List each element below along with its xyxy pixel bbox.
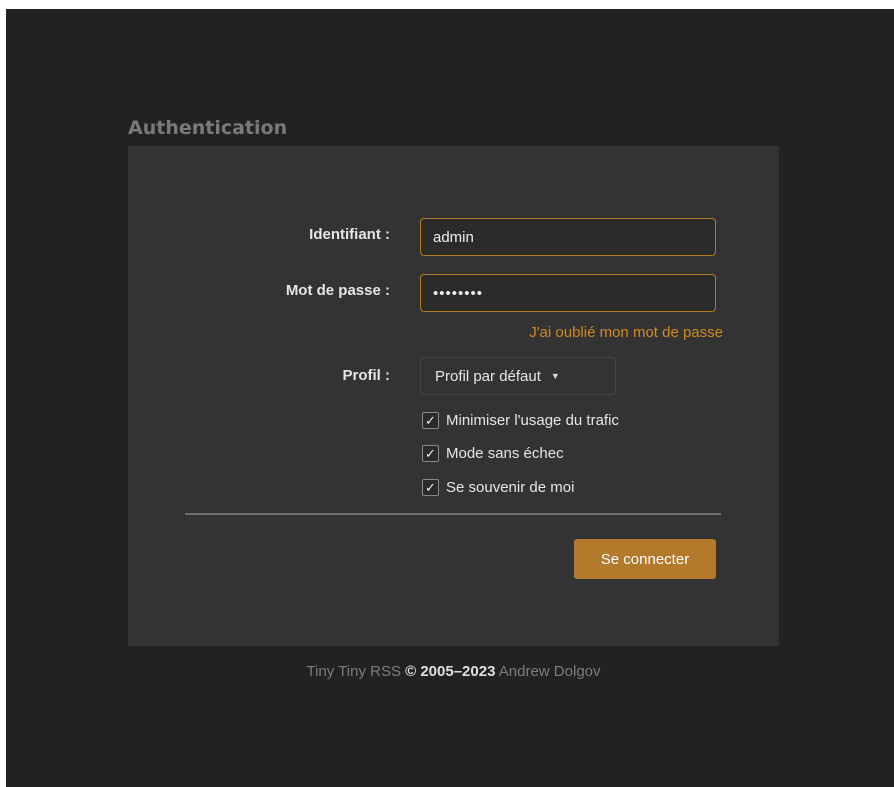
- form-divider: [185, 513, 721, 515]
- checkbox-remember-me[interactable]: ✓ Se souvenir de moi: [422, 479, 574, 496]
- footer-author[interactable]: Andrew Dolgov: [499, 663, 601, 680]
- caret-down-icon: ▼: [550, 371, 560, 381]
- login-button[interactable]: Se connecter: [574, 539, 716, 579]
- checkbox-label: Mode sans échec: [446, 445, 564, 462]
- profile-select-value: Profil par défaut: [435, 367, 541, 385]
- footer-copyright: © 2005–2023: [405, 663, 496, 680]
- checkmark-icon[interactable]: ✓: [422, 412, 439, 429]
- password-input[interactable]: [420, 274, 716, 312]
- page-title: Authentication: [128, 117, 288, 139]
- profile-label: Profil :: [342, 367, 391, 384]
- checkmark-icon[interactable]: ✓: [422, 445, 439, 462]
- password-label: Mot de passe :: [285, 282, 390, 299]
- checkbox-label: Se souvenir de moi: [446, 479, 575, 496]
- login-page: Authentication Identifiant : Mot de pass…: [6, 9, 894, 787]
- profile-select[interactable]: Profil par défaut ▼: [420, 357, 616, 395]
- login-label: Identifiant :: [309, 226, 390, 243]
- checkbox-bw-limit[interactable]: ✓ Minimiser l'usage du trafic: [422, 412, 619, 429]
- checkbox-label: Minimiser l'usage du trafic: [446, 412, 619, 429]
- checkbox-safe-mode[interactable]: ✓ Mode sans échec: [422, 445, 564, 462]
- checkmark-icon[interactable]: ✓: [422, 479, 439, 496]
- footer-app-name[interactable]: Tiny Tiny RSS: [306, 663, 400, 680]
- footer: Tiny Tiny RSS © 2005–2023 Andrew Dolgov: [128, 663, 779, 680]
- forgot-password-link[interactable]: J'ai oublié mon mot de passe: [529, 324, 723, 341]
- login-form: Identifiant : Mot de passe : J'ai oublié…: [128, 146, 779, 646]
- login-input[interactable]: [420, 218, 716, 256]
